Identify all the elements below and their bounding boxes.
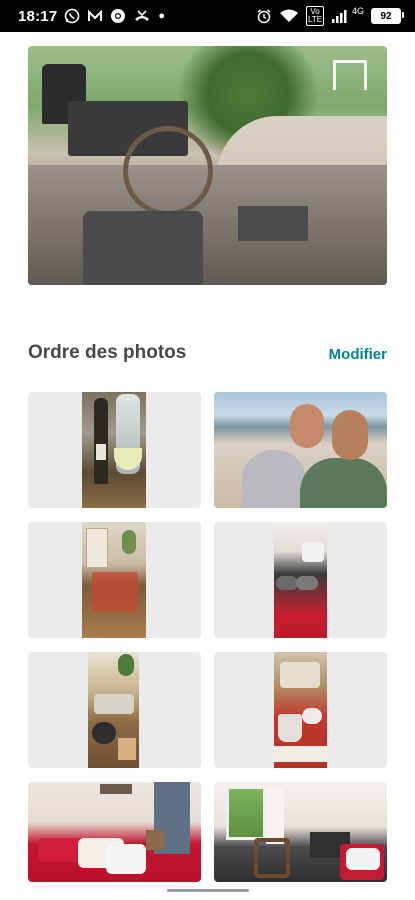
photo-tile-wine[interactable] <box>28 392 201 508</box>
missed-call-icon <box>133 8 151 24</box>
alarm-icon <box>256 8 272 24</box>
battery-icon: 92 <box>371 8 404 24</box>
photo-wine-bottles <box>82 392 146 508</box>
photo-tile-bed[interactable] <box>214 522 387 638</box>
status-time: 18:17 <box>18 7 58 25</box>
photo-grid <box>28 392 387 882</box>
photo-mug-tray <box>274 652 327 768</box>
photo-side-table <box>238 206 308 241</box>
photo-chair <box>83 211 203 285</box>
status-left: 18:17 ● <box>18 8 165 25</box>
photo-table-setting <box>88 652 139 768</box>
chrome-icon <box>110 8 126 24</box>
photo-rattan-chair <box>123 126 213 216</box>
signal-icon <box>331 8 349 24</box>
edit-photos-button[interactable]: Modifier <box>329 346 387 363</box>
photo-tile-mug[interactable] <box>214 652 387 768</box>
photos-order-title: Ordre des photos <box>28 342 187 363</box>
photo-beach-selfie <box>214 392 387 508</box>
dot-icon: ● <box>158 10 166 22</box>
photo-bed-towels <box>274 522 327 638</box>
status-right: Vo LTE 4G 92 <box>256 6 404 26</box>
photo-tile-table[interactable] <box>28 652 201 768</box>
photo-tile-dining[interactable] <box>28 522 201 638</box>
cover-photo[interactable] <box>28 46 387 285</box>
whatsapp-icon <box>64 8 80 24</box>
photo-dining-table <box>82 522 146 638</box>
photo-bedroom-window <box>214 782 387 882</box>
photo-tile-beach[interactable] <box>214 392 387 508</box>
notification-m-icon <box>87 8 103 24</box>
network-type-label: 4G <box>351 6 364 16</box>
photo-tile-bedroom-red[interactable] <box>28 782 201 882</box>
volte-icon: Vo LTE <box>305 6 324 26</box>
photo-bedroom-red <box>28 782 201 882</box>
wifi-icon <box>279 8 299 24</box>
gesture-bar[interactable] <box>167 889 249 892</box>
status-bar: 18:17 ● Vo LTE 4G 92 <box>0 0 415 32</box>
photo-tile-bedroom-window[interactable] <box>214 782 387 882</box>
photo-white-chair <box>333 60 367 90</box>
